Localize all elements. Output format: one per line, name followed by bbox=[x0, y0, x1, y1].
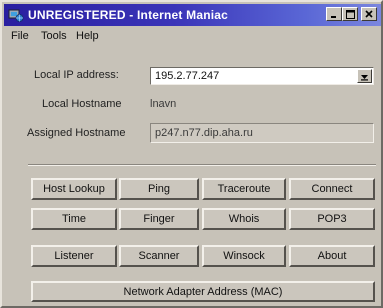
pop3-button[interactable]: POP3 bbox=[289, 208, 375, 230]
traceroute-button[interactable]: Traceroute bbox=[202, 178, 286, 200]
listener-button[interactable]: Listener bbox=[31, 245, 117, 267]
close-button[interactable] bbox=[361, 7, 377, 21]
ping-button[interactable]: Ping bbox=[119, 178, 199, 200]
scanner-button[interactable]: Scanner bbox=[119, 245, 199, 267]
local-ip-label: Local IP address: bbox=[34, 69, 119, 81]
separator bbox=[28, 164, 376, 166]
app-window: UNREGISTERED - Internet Maniac File Tool… bbox=[0, 0, 383, 308]
minimize-button[interactable] bbox=[326, 7, 342, 21]
about-button[interactable]: About bbox=[289, 245, 375, 267]
chevron-down-icon bbox=[361, 74, 368, 80]
menu-file[interactable]: File bbox=[11, 30, 29, 42]
time-button[interactable]: Time bbox=[31, 208, 117, 230]
window-title: UNREGISTERED - Internet Maniac bbox=[28, 8, 229, 22]
host-lookup-button[interactable]: Host Lookup bbox=[31, 178, 117, 200]
local-ip-value: 195.2.77.247 bbox=[155, 70, 220, 82]
whois-button[interactable]: Whois bbox=[202, 208, 286, 230]
local-hostname-value: lnavn bbox=[150, 98, 177, 110]
local-hostname-label: Local Hostname bbox=[42, 98, 122, 110]
maximize-icon bbox=[345, 9, 355, 19]
finger-button[interactable]: Finger bbox=[119, 208, 199, 230]
menu-tools[interactable]: Tools bbox=[41, 30, 67, 42]
minimize-icon bbox=[331, 16, 336, 18]
close-icon bbox=[365, 10, 373, 18]
maximize-button[interactable] bbox=[342, 7, 358, 21]
local-ip-dropdown-button[interactable] bbox=[357, 69, 372, 83]
globe-network-icon bbox=[8, 7, 24, 23]
assigned-hostname-label: Assigned Hostname bbox=[27, 127, 126, 139]
winsock-button[interactable]: Winsock bbox=[202, 245, 286, 267]
menu-bar: File Tools Help bbox=[4, 28, 381, 46]
local-ip-combobox[interactable]: 195.2.77.247 bbox=[150, 67, 374, 85]
assigned-hostname-field: p247.n77.dip.aha.ru bbox=[150, 123, 374, 143]
title-bar[interactable]: UNREGISTERED - Internet Maniac bbox=[4, 4, 381, 26]
mac-address-button[interactable]: Network Adapter Address (MAC) bbox=[31, 281, 375, 302]
connect-button[interactable]: Connect bbox=[289, 178, 375, 200]
assigned-hostname-value: p247.n77.dip.aha.ru bbox=[155, 127, 253, 139]
menu-help[interactable]: Help bbox=[76, 30, 99, 42]
